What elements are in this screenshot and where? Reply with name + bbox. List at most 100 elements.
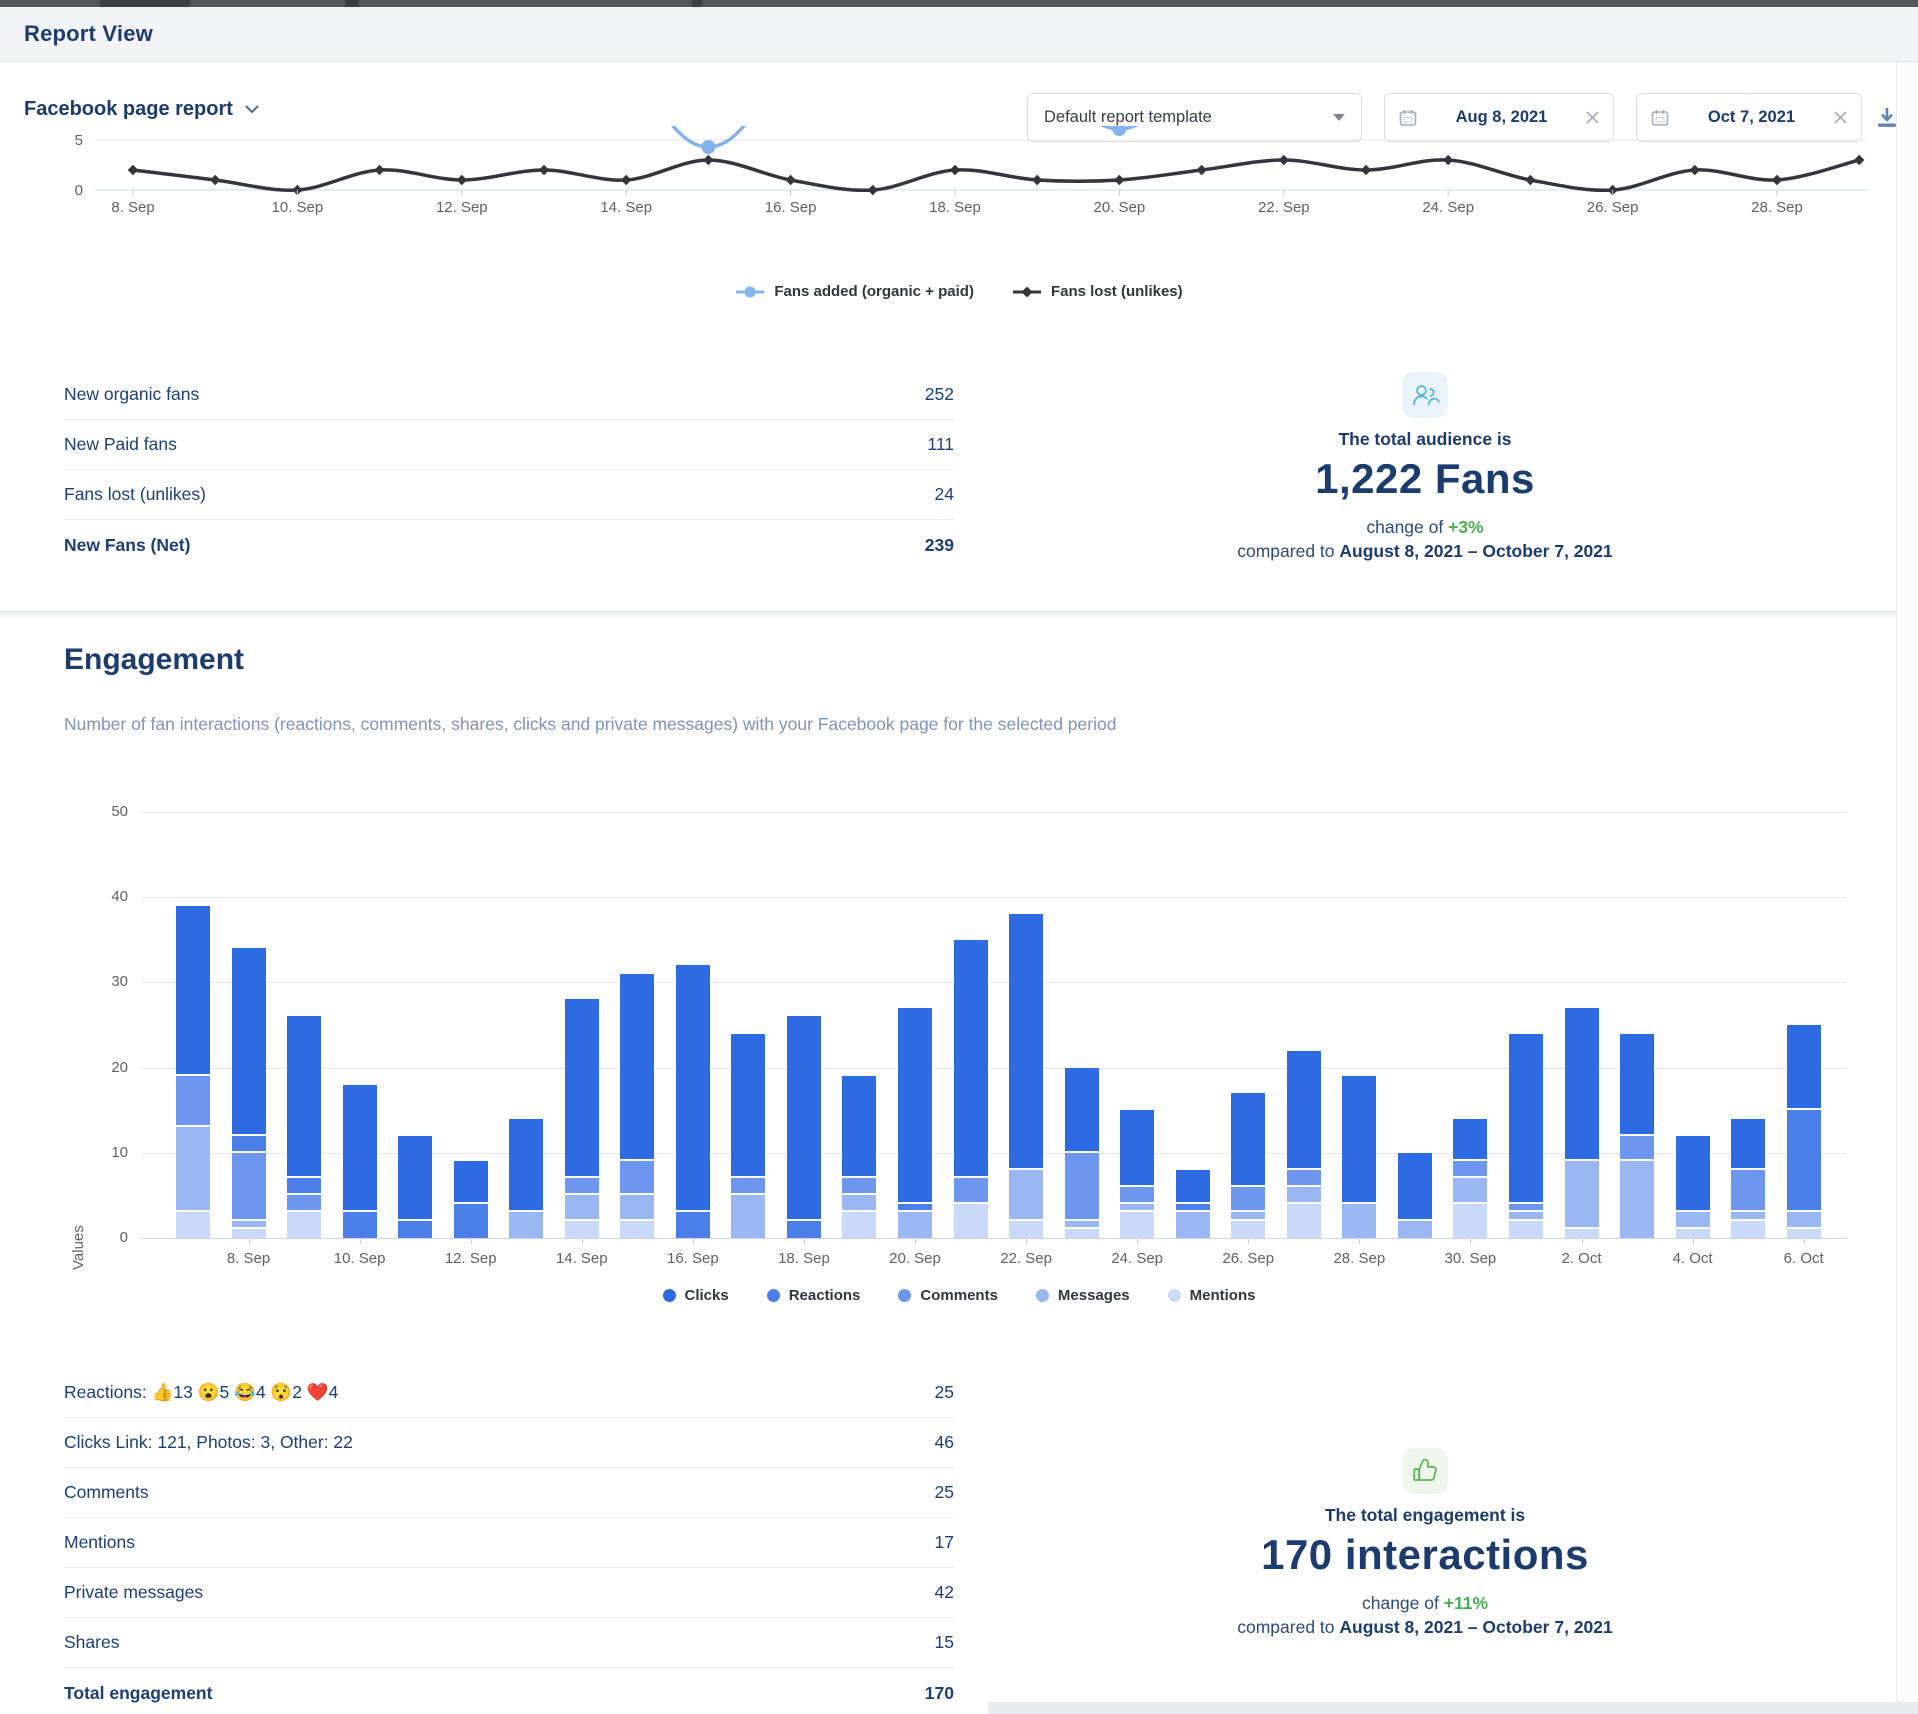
horizontal-scrollbar-track[interactable] — [988, 1702, 1918, 1714]
bar-segment-messages — [1342, 1204, 1376, 1238]
bar-segment-messages — [1453, 1178, 1487, 1204]
xtick-label: 18. Sep — [762, 1250, 846, 1267]
bar-segment-messages — [1176, 1212, 1210, 1238]
svg-text:26. Sep: 26. Sep — [1587, 199, 1639, 216]
legend-item-fans-lost[interactable]: Fans lost (unlikes) — [1012, 283, 1183, 300]
bar-segment-clicks — [1009, 914, 1043, 1170]
bar-segment-comments — [1287, 1170, 1321, 1187]
table-row: Fans lost (unlikes) 24 — [64, 470, 954, 520]
audience-summary-card: The total audience is 1,222 Fans change … — [990, 372, 1860, 562]
bar-segment-messages — [1120, 1204, 1154, 1213]
row-label: New Fans (Net) — [64, 535, 190, 556]
bar-segment-comments — [1120, 1187, 1154, 1204]
bar-segment-mentions — [1009, 1221, 1043, 1238]
svg-text:18. Sep: 18. Sep — [929, 199, 981, 216]
bar-segment-comments — [1620, 1136, 1654, 1162]
ytick-label: 10 — [0, 1144, 128, 1161]
window-edge-mark — [345, 0, 359, 7]
bar-segment-clicks — [1620, 1034, 1654, 1136]
legend-item-reactions[interactable]: Reactions — [767, 1287, 861, 1304]
row-value: 15 — [935, 1632, 954, 1653]
xtick — [471, 1238, 472, 1244]
legend-dot — [663, 1289, 676, 1302]
bar-segment-messages — [842, 1195, 876, 1212]
svg-text:22. Sep: 22. Sep — [1258, 199, 1310, 216]
line-circle-marker-icon — [735, 285, 765, 299]
xtick — [804, 1238, 805, 1244]
legend-item-fans-added[interactable]: Fans added (organic + paid) — [735, 283, 974, 300]
bar-segment-mentions — [565, 1221, 599, 1238]
svg-text:8. Sep: 8. Sep — [111, 199, 154, 216]
change-prefix: change of — [1362, 1593, 1439, 1613]
bar-segment-messages — [1620, 1161, 1654, 1238]
row-value: 252 — [925, 384, 954, 405]
legend-item-mentions[interactable]: Mentions — [1168, 1287, 1256, 1304]
bar-segment-comments — [731, 1178, 765, 1195]
row-value: 24 — [935, 484, 954, 505]
bar-segment-mentions — [176, 1212, 210, 1238]
bar-segment-clicks — [1287, 1051, 1321, 1170]
page-title: Report View — [24, 21, 153, 47]
svg-text:28. Sep: 28. Sep — [1751, 199, 1803, 216]
xtick — [1026, 1238, 1027, 1244]
svg-text:14. Sep: 14. Sep — [600, 199, 652, 216]
xtick — [915, 1238, 916, 1244]
ytick-label: 50 — [0, 803, 128, 820]
table-row: Comments 25 — [64, 1468, 954, 1518]
ytick-label: 30 — [0, 973, 128, 990]
legend-label: Messages — [1058, 1287, 1130, 1304]
compared-range: August 8, 2021 – October 7, 2021 — [1339, 541, 1612, 561]
change-percent: +3% — [1448, 517, 1484, 537]
bar-segment-clicks — [1731, 1119, 1765, 1170]
compared-range: August 8, 2021 – October 7, 2021 — [1339, 1617, 1612, 1637]
engagement-subtitle: Number of fan interactions (reactions, c… — [64, 714, 1564, 735]
table-row-total: New Fans (Net) 239 — [64, 520, 954, 570]
vertical-scrollbar-track[interactable] — [1897, 62, 1918, 1714]
xtick-label: 8. Sep — [207, 1250, 291, 1267]
bar-segment-messages — [1231, 1212, 1265, 1221]
bar-segment-mentions — [1565, 1229, 1599, 1238]
bar-segment-clicks — [1565, 1008, 1599, 1161]
legend-dot — [1036, 1289, 1049, 1302]
xtick-label: 22. Sep — [984, 1250, 1068, 1267]
bar-segment-messages — [731, 1195, 765, 1238]
bar-segment-messages — [565, 1195, 599, 1221]
bar-segment-clicks — [343, 1085, 377, 1213]
svg-text:24. Sep: 24. Sep — [1422, 199, 1474, 216]
row-label: New Paid fans — [64, 434, 177, 455]
window-top-edge — [0, 0, 1918, 7]
bar-segment-reactions — [287, 1178, 321, 1195]
legend-item-clicks[interactable]: Clicks — [663, 1287, 729, 1304]
bar-segment-messages — [898, 1212, 932, 1238]
legend-label: Clicks — [685, 1287, 729, 1304]
bar-segment-mentions — [1120, 1212, 1154, 1238]
bar-segment-messages — [1509, 1212, 1543, 1221]
bar-segment-clicks — [454, 1161, 488, 1204]
thumbs-up-icon — [1411, 1457, 1439, 1485]
legend-item-messages[interactable]: Messages — [1036, 1287, 1130, 1304]
bar-segment-messages — [1009, 1170, 1043, 1221]
bar-segment-mentions — [1453, 1204, 1487, 1238]
compared-prefix: compared to — [1237, 541, 1334, 561]
fans-line-chart: 058. Sep10. Sep12. Sep14. Sep16. Sep18. … — [0, 100, 1918, 230]
bar-segment-clicks — [676, 965, 710, 1212]
xtick-label: 30. Sep — [1428, 1250, 1512, 1267]
bar-segment-clicks — [1509, 1034, 1543, 1204]
table-row: Private messages 42 — [64, 1568, 954, 1618]
xtick — [249, 1238, 250, 1244]
table-row: Clicks Link: 121, Photos: 3, Other: 22 4… — [64, 1418, 954, 1468]
row-value: 17 — [935, 1532, 954, 1553]
legend-label: Fans added (organic + paid) — [774, 283, 974, 300]
bar-segment-messages — [620, 1195, 654, 1221]
legend-label: Comments — [920, 1287, 998, 1304]
bar-segment-comments — [1731, 1170, 1765, 1213]
row-label: Total engagement — [64, 1683, 212, 1704]
xtick-label: 10. Sep — [318, 1250, 402, 1267]
bar-segment-reactions — [676, 1212, 710, 1238]
xtick-label: 24. Sep — [1095, 1250, 1179, 1267]
legend-item-comments[interactable]: Comments — [898, 1287, 998, 1304]
bar-segment-mentions — [1287, 1204, 1321, 1238]
legend-label: Reactions — [789, 1287, 861, 1304]
people-icon — [1410, 381, 1440, 409]
fans-metrics-table: New organic fans 252 New Paid fans 111 F… — [64, 370, 954, 570]
